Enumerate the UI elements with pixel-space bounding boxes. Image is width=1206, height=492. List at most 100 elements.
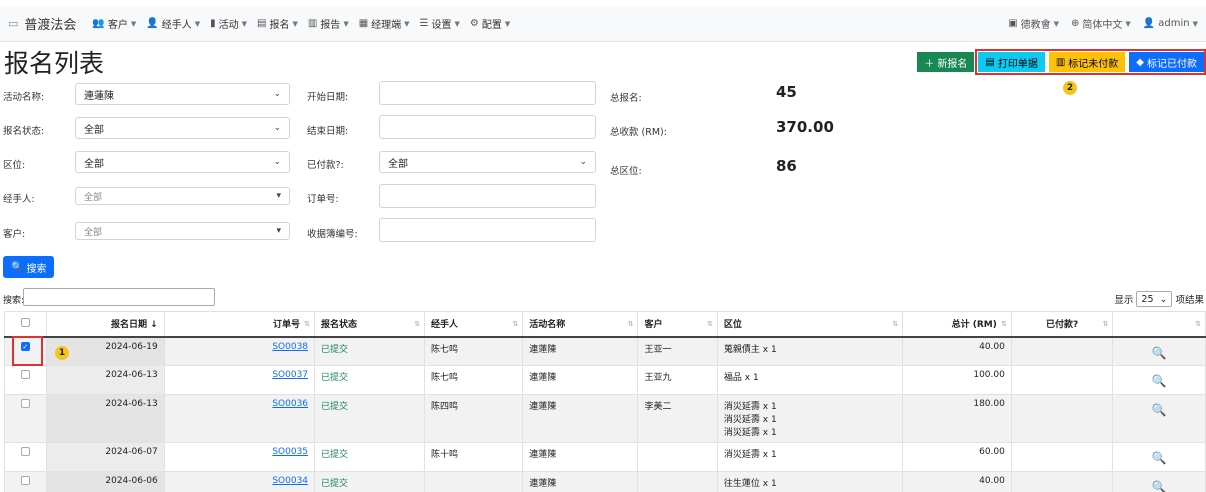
status-text: 已提交 [321,450,349,460]
search-icon[interactable]: 🔍 [1119,480,1199,492]
table-row[interactable]: ✓ 2024-06-19 SO0038 已提交 陈七鸣 連蓮陳 王亚一 蒐親債主 x 1 40.… [4,336,1206,366]
plus-icon: ＋ [924,58,935,70]
row-select-cell[interactable] [4,365,47,395]
chevron-down-icon: ⌄ [1159,293,1168,305]
header-status[interactable]: 报名状态 ⇅ [314,311,425,338]
mark-paid-button[interactable]: ◆ 标记已付款 [1129,52,1204,72]
cell-paid [1010,365,1114,395]
row-checkbox[interactable] [20,370,30,379]
new-registration-button[interactable]: ＋新报名 [917,52,975,72]
search-icon[interactable]: 🔍 [1119,451,1199,465]
nav-menu-0[interactable]: 👥 客户 ▼ [92,16,136,31]
header-zone[interactable]: 区位 ⇅ [716,311,904,338]
start-date-input[interactable] [379,81,596,105]
handler-select[interactable]: 全部 ▾ [75,187,290,205]
brand[interactable]: ▭ 普渡法会 [8,14,76,33]
header-total-label: 总计 (RM) [951,320,997,331]
row-checkbox[interactable] [20,399,30,408]
print-button[interactable]: ▤ 打印单据 [978,52,1045,72]
end-date-input[interactable] [379,115,596,139]
user-icon: 👤 [1142,18,1156,29]
header-handler[interactable]: 经手人 ⇅ [423,311,524,338]
order-link[interactable]: SO0034 [272,476,308,486]
nav-menu-6[interactable]: ☰ 设置 ▼ [420,16,460,31]
table-body: ✓ 2024-06-19 SO0038 已提交 陈七鸣 連蓮陳 王亚一 蒐親債主 x 1 40.… [4,336,1206,492]
customer-select[interactable]: 全部 ▾ [75,222,290,240]
table-row[interactable]: 2024-06-13 SO0036 已提交 陈四鸣 連蓮陳 李美二 消災延壽 x 1 消災延壽… [4,394,1206,443]
row-select-cell[interactable] [4,471,47,492]
tag-icon: ◆ [1136,56,1144,68]
search-icon[interactable]: 🔍 [1119,346,1199,360]
row-select-cell[interactable]: ✓ [4,336,47,366]
search-button[interactable]: 🔍 搜索 [3,256,55,278]
chevron-down-icon: ▼ [194,19,201,28]
chevron-down-icon: ▼ [454,19,460,28]
row-select-cell[interactable] [4,442,47,472]
cell-actions: 🔍 [1112,365,1206,395]
mark-unpaid-button[interactable]: ▥ 标记未付款 [1048,52,1126,72]
cell-customer [637,442,718,472]
table-search-input[interactable] [23,288,215,306]
table-row[interactable]: 2024-06-07 SO0035 已提交 陈十鸣 連蓮陳 消災延壽 x 1 60.00 🔍 [4,442,1206,472]
cell-order: SO0038 [163,336,316,366]
paid-label: 标记已付款 [1147,58,1197,70]
show-prefix: 显示 [1114,295,1134,306]
file-icon: ▥ [1055,56,1066,68]
page-length-select[interactable]: 25 ⌄ [1136,291,1173,307]
zone-select[interactable]: 全部 ⌄ [75,151,290,173]
print-label: 打印单据 [997,58,1038,70]
nav-menu-4[interactable]: ▥ 报告 ▼ [308,16,349,31]
header-total[interactable]: 总计 (RM) ⇅ [902,311,1012,338]
order-no-input[interactable] [379,184,596,208]
header-zone-label: 区位 [723,320,742,331]
nav-menu-2[interactable]: ▮ 活动 ▼ [210,16,247,31]
cell-status: 已提交 [314,394,425,443]
status-select[interactable]: 全部 ⌄ [75,117,290,139]
total-zones-value: 86 [776,157,797,175]
nav-menu-3[interactable]: ▤ 报名 ▼ [257,16,298,31]
nav-menu-1[interactable]: 👤 经手人 ▼ [146,16,200,31]
row-checkbox[interactable] [20,476,30,485]
search-icon[interactable]: 🔍 [1119,403,1199,417]
select-all-header[interactable] [4,311,47,338]
search-button-label: 搜索 [26,263,47,275]
header-activity[interactable]: 活动名称 ⇅ [522,311,639,338]
row-checkbox[interactable] [20,447,30,456]
status-text: 已提交 [321,344,349,355]
nav-menu-label: 配置 [481,20,502,31]
row-checkbox[interactable]: ✓ [20,341,30,351]
order-link[interactable]: SO0037 [272,370,308,380]
zone-line: 消災延壽 x 1 [723,450,777,460]
table-row[interactable]: 2024-06-13 SO0037 已提交 陈七鸣 連蓮陳 王亚九 福品 x 1 100.00… [4,365,1206,395]
nav-right: ▣ 德教會 ▼ ⊕ 简体中文 ▼ 👤 admin ▼ [1008,16,1198,31]
order-link[interactable]: SO0038 [272,342,308,352]
row-select-cell[interactable] [4,394,47,443]
total-revenue-label: 总收款 (RM): [610,127,667,138]
chevron-down-icon: ⌄ [579,157,587,167]
status-filter-label: 报名状态: [3,126,45,137]
user-menu[interactable]: 👤 admin ▼ [1143,18,1198,29]
table-row[interactable]: 2024-06-06 SO0034 已提交 連蓮陳 往生蓮位 x 1 40.00 🔍 [4,471,1206,492]
sliders-icon: ☰ [419,18,429,29]
nav-menu-5[interactable]: ▦ 经理端 ▼ [359,16,410,31]
activity-select[interactable]: 連蓮陳 ⌄ [75,83,290,105]
header-date[interactable]: 报名日期 ↓ [45,311,165,338]
header-paid[interactable]: 已付款? ⇅ [1010,311,1114,338]
select-all-checkbox[interactable] [20,317,30,327]
paid-select[interactable]: 全部 ⌄ [379,151,596,173]
receipt-book-input[interactable] [379,218,596,242]
order-link[interactable]: SO0035 [272,447,308,457]
chevron-down-icon: ▼ [1125,19,1131,28]
header-customer[interactable]: 客户 ⇅ [637,311,718,338]
status-select-value: 全部 [84,124,104,136]
nav-menu-7[interactable]: ⚙ 配置 ▼ [470,16,510,31]
header-order-no[interactable]: 订单号 ⇅ [163,311,316,338]
order-link[interactable]: SO0036 [272,399,308,409]
nav-menu-label: 报名 [269,20,290,31]
temple-menu[interactable]: ▣ 德教會 ▼ [1008,16,1059,31]
total-zones-label: 总区位: [610,166,642,177]
language-menu[interactable]: ⊕ 简体中文 ▼ [1071,16,1131,31]
header-actions[interactable]: ⇅ [1112,311,1206,338]
search-icon[interactable]: 🔍 [1119,374,1199,388]
page-length-control: 显示 25 ⌄ 项结果 [1114,291,1204,307]
